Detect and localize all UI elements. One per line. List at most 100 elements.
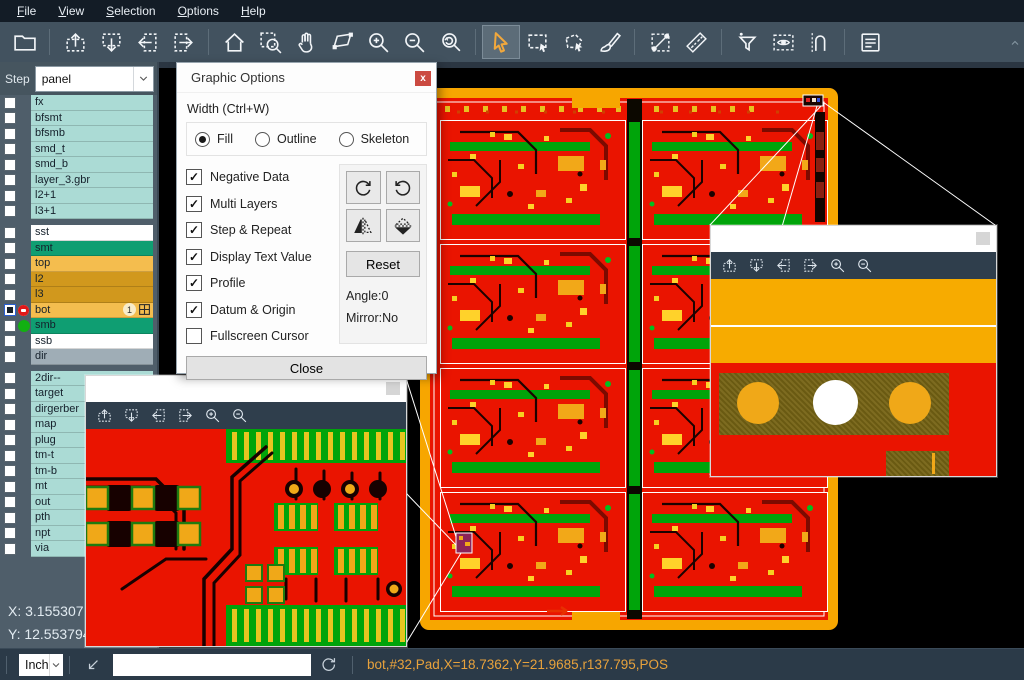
radio-skeleton[interactable]: Skeleton	[339, 132, 410, 147]
page-down-button[interactable]	[93, 26, 129, 58]
grid-icon[interactable]	[138, 303, 151, 316]
layer-panel-button[interactable]	[852, 26, 888, 58]
checkbox-multi-layers[interactable]: Multi Layers	[186, 196, 339, 212]
close-button[interactable]: Close	[186, 356, 427, 380]
magnifier-source-top-right[interactable]	[803, 95, 823, 106]
layer-name[interactable]: layer_3.gbr	[31, 173, 153, 189]
layer-row[interactable]: sst	[0, 225, 157, 241]
layer-row[interactable]: smd_b	[0, 157, 157, 173]
radio-dot[interactable]	[195, 132, 210, 147]
layer-visibility-checkbox[interactable]	[4, 304, 16, 316]
layer-name[interactable]: ssb	[31, 334, 153, 350]
box-arrow-right-icon[interactable]	[802, 257, 819, 274]
ruler-button[interactable]	[678, 26, 714, 58]
window-menu-button[interactable]	[976, 232, 990, 245]
layer-visibility-checkbox[interactable]	[4, 527, 16, 539]
checkbox-box[interactable]	[186, 196, 202, 212]
radio-dot[interactable]	[339, 132, 354, 147]
vertex-edit-button[interactable]	[324, 26, 360, 58]
box-arrow-down-icon[interactable]	[748, 257, 765, 274]
magnifier-title-bar[interactable]	[86, 376, 406, 403]
checkbox-negative-data[interactable]: Negative Data	[186, 169, 339, 185]
layer-visibility-checkbox[interactable]	[4, 97, 16, 109]
layer-visibility-checkbox[interactable]	[4, 242, 16, 254]
layer-name[interactable]: smt	[31, 241, 153, 257]
layer-row[interactable]: bfsmt	[0, 111, 157, 127]
layer-row[interactable]: l3+1	[0, 204, 157, 220]
page-up-button[interactable]	[57, 26, 93, 58]
magnifier-view-detail[interactable]	[86, 429, 406, 646]
polygon-select-button[interactable]	[555, 26, 591, 58]
layer-visibility-checkbox[interactable]	[4, 289, 16, 301]
layer-name[interactable]: bfsmb	[31, 126, 153, 142]
checkbox-display-text-value[interactable]: Display Text Value	[186, 249, 339, 265]
zoom-out-icon[interactable]	[231, 407, 248, 424]
box-arrow-right-icon[interactable]	[177, 407, 194, 424]
corner-arrow-icon[interactable]	[84, 655, 103, 674]
layer-visibility-checkbox[interactable]	[4, 496, 16, 508]
pan-button[interactable]	[288, 26, 324, 58]
checkbox-box[interactable]	[186, 275, 202, 291]
layer-name[interactable]: bot1	[31, 303, 153, 319]
layer-visibility-checkbox[interactable]	[4, 227, 16, 239]
layer-name[interactable]: fx	[31, 95, 153, 111]
layer-row[interactable]: l3	[0, 287, 157, 303]
reset-button[interactable]: Reset	[346, 251, 420, 277]
layer-visibility-checkbox[interactable]	[4, 388, 16, 400]
layer-name[interactable]: l3+1	[31, 204, 153, 220]
layer-visibility-checkbox[interactable]	[4, 174, 16, 186]
checkbox-profile[interactable]: Profile	[186, 275, 339, 291]
layer-visibility-checkbox[interactable]	[4, 543, 16, 555]
checkbox-box[interactable]	[186, 169, 202, 185]
magnifier-source-bottom[interactable]	[456, 533, 472, 553]
checkbox-step-repeat[interactable]: Step & Repeat	[186, 222, 339, 238]
layer-row-active[interactable]: bot1	[0, 303, 157, 319]
layer-visibility-checkbox[interactable]	[4, 112, 16, 124]
layer-row[interactable]: smb	[0, 318, 157, 334]
layer-visibility-checkbox[interactable]	[4, 434, 16, 446]
filter-button[interactable]	[729, 26, 765, 58]
layer-row[interactable]: dir	[0, 349, 157, 365]
zoom-out-icon[interactable]	[856, 257, 873, 274]
box-arrow-down-icon[interactable]	[123, 407, 140, 424]
checkbox-box[interactable]	[186, 302, 202, 318]
chevron-down-icon[interactable]	[49, 654, 63, 676]
layer-name[interactable]: l2	[31, 272, 153, 288]
dialog-close-icon[interactable]: x	[415, 71, 431, 86]
menu-help[interactable]: Help	[230, 1, 277, 21]
zoom-out-button[interactable]	[396, 26, 432, 58]
layer-row[interactable]: ssb	[0, 334, 157, 350]
zoom-previous-button[interactable]	[432, 26, 468, 58]
clean-brush-button[interactable]	[591, 26, 627, 58]
box-arrow-up-icon[interactable]	[96, 407, 113, 424]
rect-select-button[interactable]	[519, 26, 555, 58]
layer-visibility-checkbox[interactable]	[4, 419, 16, 431]
checkbox-box[interactable]	[186, 222, 202, 238]
layer-visibility-checkbox[interactable]	[4, 351, 16, 363]
menu-file[interactable]: File	[6, 1, 47, 21]
checkbox-datum-origin[interactable]: Datum & Origin	[186, 302, 339, 318]
layer-row[interactable]: top	[0, 256, 157, 272]
layer-name[interactable]: dir	[31, 349, 153, 365]
zoom-window-button[interactable]	[252, 26, 288, 58]
layer-visibility-checkbox[interactable]	[4, 258, 16, 270]
unit-combobox[interactable]: Inch	[19, 654, 63, 676]
rotate-ccw-button[interactable]	[386, 171, 421, 204]
zoom-in-icon[interactable]	[829, 257, 846, 274]
layer-visibility-checkbox[interactable]	[4, 450, 16, 462]
window-menu-button[interactable]	[386, 382, 400, 395]
open-file-button[interactable]	[6, 26, 42, 58]
layer-name[interactable]: sst	[31, 225, 153, 241]
layer-visibility-checkbox[interactable]	[4, 205, 16, 217]
box-arrow-up-icon[interactable]	[721, 257, 738, 274]
layer-row[interactable]: fx	[0, 95, 157, 111]
layer-row[interactable]: layer_3.gbr	[0, 173, 157, 189]
magnifier-title-bar[interactable]	[711, 226, 996, 253]
radio-dot[interactable]	[255, 132, 270, 147]
layer-name[interactable]: top	[31, 256, 153, 272]
layer-row[interactable]: smt	[0, 241, 157, 257]
menu-view[interactable]: View	[47, 1, 95, 21]
magnifier-view-corner[interactable]	[711, 279, 996, 476]
layer-name[interactable]: smd_b	[31, 157, 153, 173]
radio-outline[interactable]: Outline	[255, 132, 317, 147]
